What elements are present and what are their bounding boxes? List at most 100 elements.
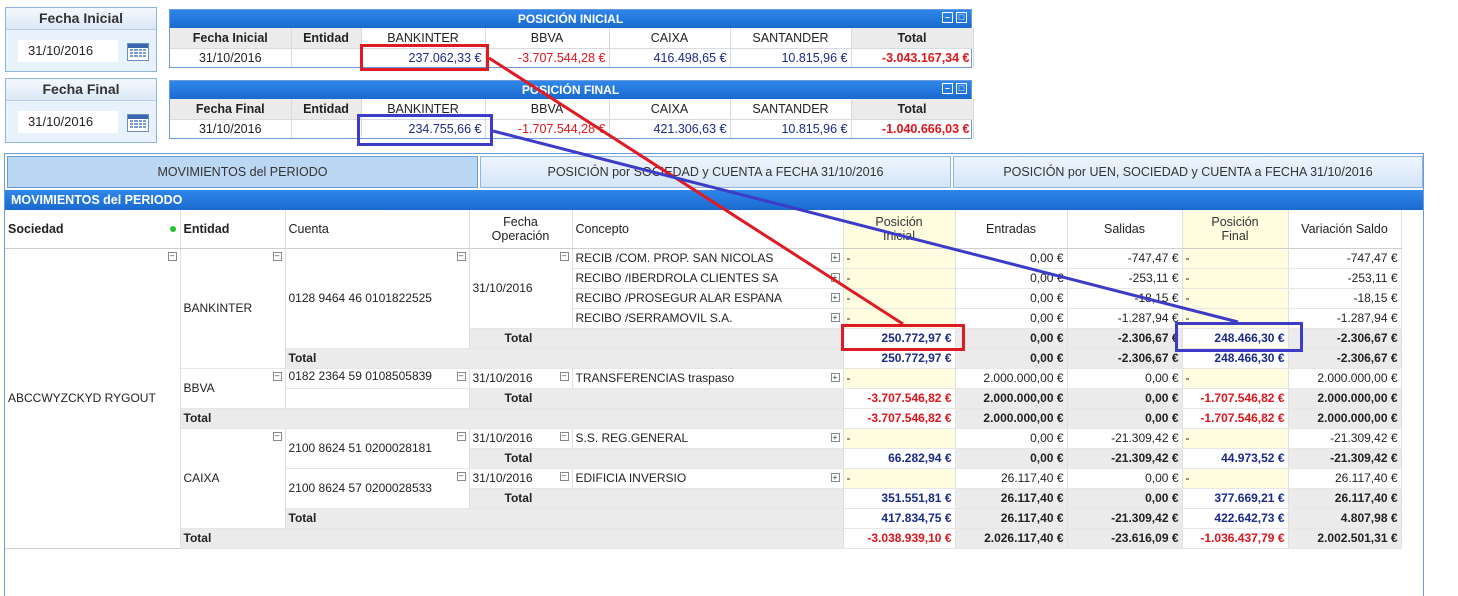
total-label: Total [180,408,844,429]
col-header[interactable]: Entidad [291,99,362,120]
fecha-inicial-panel: Fecha Inicial 31/10/2016 [5,7,157,72]
salidas-total: -21.309,42 € [1067,508,1183,529]
col-header[interactable]: Fecha Inicial [170,28,292,49]
col-header[interactable]: CAIXA [609,99,731,120]
col-header[interactable]: Total [851,99,974,120]
col-header[interactable]: BBVA [485,99,610,120]
expand-icon[interactable]: + [830,272,840,282]
col-header[interactable]: Fecha Final [170,99,292,120]
variacion-total: 4.807,98 € [1288,508,1402,529]
col-entradas[interactable]: Entradas [955,210,1068,249]
maximize-icon[interactable]: □ [956,83,967,94]
collapse-icon[interactable]: – [272,371,282,381]
col-sociedad[interactable]: Sociedad [5,210,181,249]
pos-ini-total: -3.707.546,82 € [843,408,956,429]
entidad-cell [291,48,362,67]
expand-icon[interactable]: + [830,312,840,322]
entradas-total: 26.117,40 € [955,508,1068,529]
variacion-cell: -1.287,94 € [1288,308,1402,329]
expand-icon[interactable]: + [830,292,840,302]
posicion-final-table: Fecha Final Entidad BANKINTER BBVA CAIXA… [170,99,974,138]
collapse-icon[interactable]: – [559,371,569,381]
col-variacion[interactable]: Variación Saldo [1288,210,1402,249]
salidas-cell: 0,00 € [1067,468,1183,489]
expand-icon[interactable]: + [830,372,840,382]
collapse-icon[interactable]: – [559,431,569,441]
minimize-icon[interactable]: – [942,83,953,94]
minimize-icon[interactable]: – [942,12,953,23]
col-header[interactable]: SANTANDER [730,28,852,49]
collapse-icon[interactable]: – [456,251,466,261]
total-cell: -1.040.666,03 € [851,119,974,138]
concepto-cell: S.S. REG.GENERAL + [572,428,844,449]
entradas-total: 2.000.000,00 € [955,408,1068,429]
col-salidas[interactable]: Salidas [1067,210,1183,249]
variacion-cell: -253,11 € [1288,268,1402,289]
variacion-total: -2.306,67 € [1288,348,1402,369]
expand-icon[interactable]: + [830,472,840,482]
salidas-total: 0,00 € [1067,388,1183,409]
expand-icon[interactable]: + [830,432,840,442]
col-cuenta[interactable]: Cuenta [285,210,470,249]
table-row: – ABCCWYZCKYD RYGOUT – BANKINTER –0128 946… [5,248,1402,549]
collapse-icon[interactable]: – [456,371,466,381]
salidas-cell: -18,15 € [1067,288,1183,309]
expand-icon[interactable]: + [830,252,840,262]
col-header[interactable]: Entidad [291,28,362,49]
salidas-total: 0,00 € [1067,488,1183,509]
total-label: Total [285,508,844,529]
concepto-cell: RECIBO /SERRAMOVIL S.A. + [572,308,844,329]
fecha-cell: –31/10/2016 [469,368,573,389]
table-row: – CAIXA –2100 8624 51 0200028181 –31/10/2… [5,428,1402,529]
pos-fin-cell: - [1182,368,1289,389]
collapse-icon[interactable]: – [456,471,466,481]
col-fecha-operacion[interactable]: Fecha Operación [469,210,573,249]
pos-ini-grand-total: -3.038.939,10 € [843,528,956,549]
col-posicion-final[interactable]: Posición Final [1182,210,1289,249]
tab-bar: MOVIMIENTOS del PERIODO POSICIÓN por SOC… [5,154,1423,190]
collapse-icon[interactable]: – [272,431,282,441]
pos-fin-cell: - [1182,248,1289,269]
col-concepto[interactable]: Concepto [572,210,844,249]
total-cell: -3.043.167,34 € [851,48,974,67]
calendar-icon[interactable] [127,114,149,132]
col-header[interactable]: Total [851,28,974,49]
movimientos-table: Sociedad Entidad Cuenta Fecha Operación C… [5,210,1402,549]
tab-movimientos[interactable]: MOVIMIENTOS del PERIODO [7,156,478,188]
col-header[interactable]: CAIXA [609,28,731,49]
col-entidad[interactable]: Entidad [180,210,286,249]
collapse-icon[interactable]: – [559,251,569,261]
collapse-icon[interactable]: – [456,431,466,441]
col-header[interactable]: BBVA [485,28,610,49]
pos-fin-cell: - [1182,468,1289,489]
fecha-inicial-input[interactable]: 31/10/2016 [18,40,118,62]
salidas-total: 0,00 € [1067,408,1183,429]
pos-ini-cell: - [843,368,956,389]
col-posicion-inicial[interactable]: Posición Inicial [843,210,956,249]
fecha-final-title: Fecha Final [6,79,156,101]
santander-cell: 10.815,96 € [730,119,852,138]
entradas-cell: 0,00 € [955,428,1068,449]
variacion-cell: -747,47 € [1288,248,1402,269]
fecha-final-input[interactable]: 31/10/2016 [18,111,118,133]
maximize-icon[interactable]: □ [956,12,967,23]
collapse-icon[interactable]: – [559,471,569,481]
variacion-grand-total: 2.002.501,31 € [1288,528,1402,549]
bbva-cell: -1.707.544,28 € [485,119,610,138]
pos-fin-grand-total: -1.036.437,79 € [1182,528,1289,549]
pos-ini-cell: - [843,428,956,449]
fecha-cell: 31/10/2016 [170,48,292,67]
concepto-cell: RECIBO /PROSEGUR ALAR ESPANA + [572,288,844,309]
calendar-icon[interactable] [127,43,149,61]
collapse-icon[interactable]: – [272,251,282,261]
total-label: Total [469,388,844,409]
entradas-total: 26.117,40 € [955,488,1068,509]
collapse-icon[interactable]: – [167,251,177,261]
tab-posicion-uen[interactable]: POSICIÓN por UEN, SOCIEDAD y CUENTA a FE… [953,156,1423,188]
entradas-total: 0,00 € [955,348,1068,369]
tab-posicion-sociedad[interactable]: POSICIÓN por SOCIEDAD y CUENTA a FECHA 3… [480,156,951,188]
cuenta-cell: –2100 8624 51 0200028181 [285,428,470,469]
col-header[interactable]: SANTANDER [730,99,852,120]
pos-fin-cell: - [1182,428,1289,449]
cuenta-cell: –0182 2364 59 0108505839 [285,368,470,389]
